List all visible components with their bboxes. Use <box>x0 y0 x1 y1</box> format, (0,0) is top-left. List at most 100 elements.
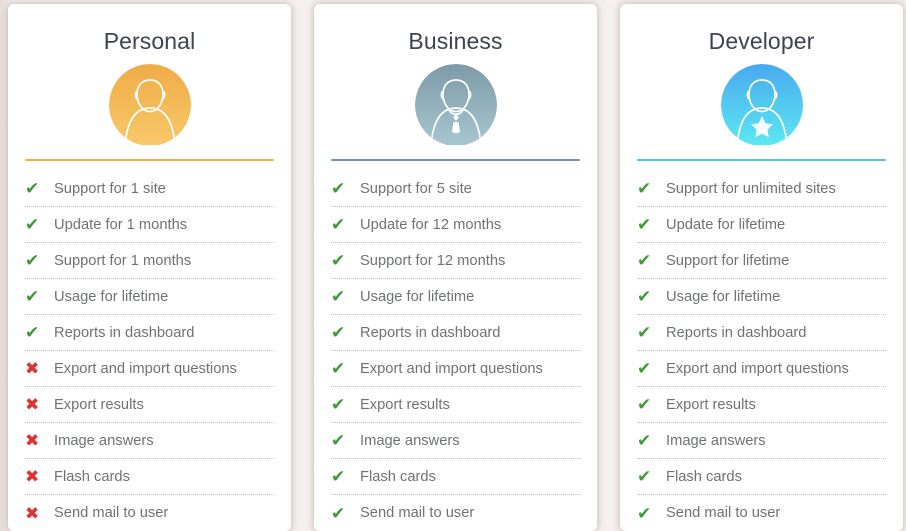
feature-item: ✔ Export and import questions <box>331 351 580 387</box>
feature-item: ✖ Flash cards <box>25 459 274 495</box>
feature-item: ✔ Update for lifetime <box>637 207 886 243</box>
check-icon: ✔ <box>25 287 40 306</box>
feature-label: Update for 12 months <box>360 216 502 233</box>
feature-label: Send mail to user <box>360 505 475 521</box>
feature-label: Image answers <box>54 432 154 449</box>
cross-icon: ✖ <box>25 395 40 414</box>
feature-label: Support for lifetime <box>666 252 790 269</box>
check-icon: ✔ <box>637 467 652 486</box>
feature-item: ✔ Flash cards <box>637 459 886 495</box>
check-icon: ✔ <box>637 431 652 450</box>
feature-item: ✔ Support for lifetime <box>637 243 886 279</box>
check-icon: ✔ <box>331 215 346 234</box>
plan-card-personal[interactable]: Personal ✔ Support for 1 site ✔ Update for 1… <box>8 4 291 531</box>
plan-avatar-icon <box>637 64 886 146</box>
feature-label: Support for 1 site <box>54 180 166 197</box>
feature-label: Flash cards <box>666 468 742 485</box>
feature-label: Flash cards <box>360 468 436 485</box>
feature-label: Image answers <box>360 432 460 449</box>
feature-item: ✔ Export results <box>637 387 886 423</box>
check-icon: ✔ <box>331 395 346 414</box>
cross-icon: ✖ <box>25 431 40 450</box>
check-icon: ✔ <box>637 503 652 523</box>
feature-label: Export results <box>54 396 144 413</box>
feature-item: ✔ Support for unlimited sites <box>637 171 886 207</box>
feature-item: ✔ Support for 12 months <box>331 243 580 279</box>
feature-item: ✔ Send mail to user <box>637 495 886 531</box>
feature-item: ✔ Image answers <box>637 423 886 459</box>
cross-icon: ✖ <box>25 503 40 523</box>
check-icon: ✔ <box>331 287 346 306</box>
feature-item: ✖ Export results <box>25 387 274 423</box>
feature-label: Flash cards <box>54 468 130 485</box>
plan-card-developer[interactable]: Developer ✔ Support for unlimited sites ✔ Up… <box>620 4 903 531</box>
check-icon: ✔ <box>331 251 346 270</box>
cross-icon: ✖ <box>25 467 40 486</box>
check-icon: ✔ <box>637 287 652 306</box>
feature-label: Usage for lifetime <box>666 288 781 305</box>
check-icon: ✔ <box>637 179 652 198</box>
feature-label: Support for 1 months <box>54 252 192 269</box>
feature-item: ✔ Usage for lifetime <box>637 279 886 315</box>
check-icon: ✔ <box>331 323 346 342</box>
plan-card-business[interactable]: Business ✔ Support for 5 site ✔ Update for 1… <box>314 4 597 531</box>
check-icon: ✔ <box>331 503 346 523</box>
feature-label: Export results <box>360 396 450 413</box>
feature-item: ✔ Send mail to user <box>331 495 580 531</box>
feature-label: Support for unlimited sites <box>666 180 836 197</box>
check-icon: ✔ <box>637 251 652 270</box>
pricing-table: Personal ✔ Support for 1 site ✔ Update for 1… <box>0 0 906 531</box>
feature-item: ✖ Export and import questions <box>25 351 274 387</box>
feature-item: ✔ Reports in dashboard <box>331 315 580 351</box>
check-icon: ✔ <box>637 323 652 342</box>
check-icon: ✔ <box>331 359 346 378</box>
feature-list: ✔ Support for unlimited sites ✔ Update for … <box>637 161 886 531</box>
feature-list: ✔ Support for 1 site ✔ Update for 1 months ✔… <box>25 161 274 531</box>
feature-label: Export and import questions <box>666 360 849 377</box>
check-icon: ✔ <box>331 179 346 198</box>
check-icon: ✔ <box>25 179 40 198</box>
check-icon: ✔ <box>637 359 652 378</box>
feature-item: ✖ Image answers <box>25 423 274 459</box>
plan-title: Personal <box>103 28 196 54</box>
feature-item: ✔ Reports in dashboard <box>637 315 886 351</box>
feature-label: Send mail to user <box>54 505 169 521</box>
feature-item: ✔ Support for 1 site <box>25 171 274 207</box>
feature-label: Usage for lifetime <box>54 288 169 305</box>
feature-item: ✔ Export results <box>331 387 580 423</box>
feature-item: ✔ Flash cards <box>331 459 580 495</box>
feature-label: Usage for lifetime <box>360 288 475 305</box>
feature-item: ✔ Usage for lifetime <box>331 279 580 315</box>
feature-label: Support for 5 site <box>360 180 472 197</box>
plan-card-body: Developer ✔ Support for unlimited sites ✔ Up… <box>620 4 903 531</box>
check-icon: ✔ <box>637 215 652 234</box>
feature-label: Update for lifetime <box>666 216 786 233</box>
feature-label: Image answers <box>666 432 766 449</box>
feature-item: ✔ Update for 1 months <box>25 207 274 243</box>
check-icon: ✔ <box>331 431 346 450</box>
check-icon: ✔ <box>331 467 346 486</box>
plan-card-body: Personal ✔ Support for 1 site ✔ Update for 1… <box>8 4 291 531</box>
feature-label: Export and import questions <box>360 360 543 377</box>
feature-label: Export and import questions <box>54 360 237 377</box>
feature-label: Reports in dashboard <box>360 324 501 341</box>
feature-item: ✖ Send mail to user <box>25 495 274 531</box>
feature-label: Export results <box>666 396 756 413</box>
check-icon: ✔ <box>25 215 40 234</box>
check-icon: ✔ <box>25 323 40 342</box>
plan-title: Business <box>408 28 503 54</box>
feature-label: Update for 1 months <box>54 216 188 233</box>
feature-label: Send mail to user <box>666 505 781 521</box>
feature-label: Support for 12 months <box>360 252 506 269</box>
feature-label: Reports in dashboard <box>666 324 807 341</box>
feature-item: ✔ Support for 1 months <box>25 243 274 279</box>
feature-label: Reports in dashboard <box>54 324 195 341</box>
plan-title: Developer <box>708 28 815 54</box>
feature-item: ✔ Usage for lifetime <box>25 279 274 315</box>
feature-item: ✔ Support for 5 site <box>331 171 580 207</box>
plan-avatar-icon <box>25 64 274 146</box>
feature-item: ✔ Update for 12 months <box>331 207 580 243</box>
feature-list: ✔ Support for 5 site ✔ Update for 12 months… <box>331 161 580 531</box>
cross-icon: ✖ <box>25 359 40 378</box>
check-icon: ✔ <box>25 251 40 270</box>
